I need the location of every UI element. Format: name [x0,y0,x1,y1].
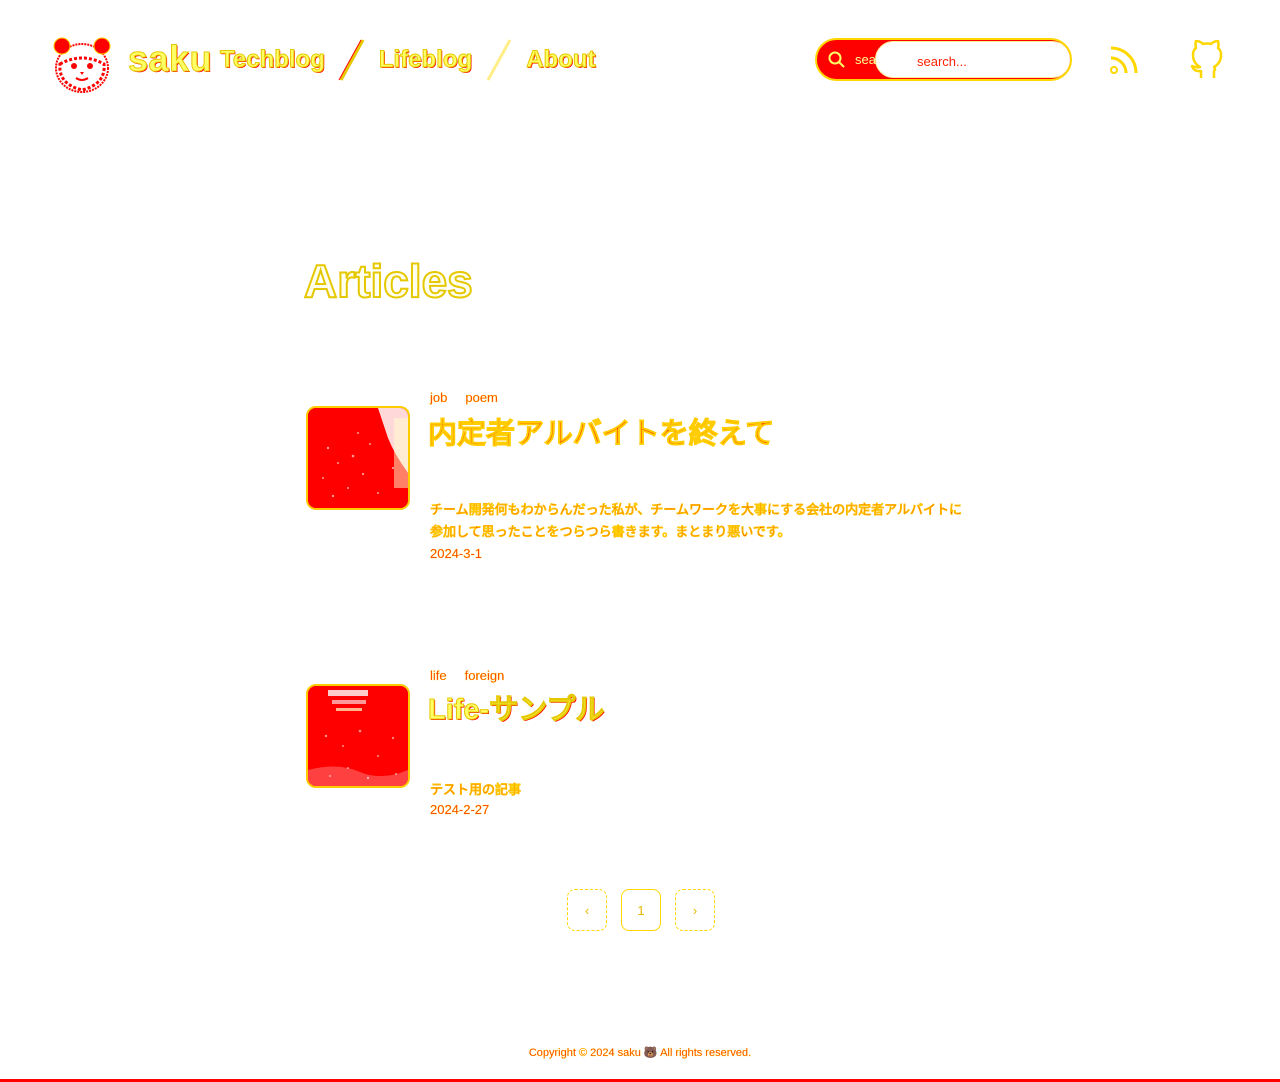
article-thumbnail-image [308,408,408,508]
search-icon [828,51,845,68]
nav-separator [338,39,365,81]
article-thumbnail[interactable] [306,684,410,788]
article-thumbnail-image [308,686,408,786]
tag-list: life foreign [430,668,505,683]
page-title: Articles [303,254,474,308]
nav-link-techblog[interactable]: Techblog [220,42,326,78]
pagination-next-button[interactable]: › [675,889,715,931]
logo-image[interactable] [50,34,114,98]
search-input[interactable] [915,48,1065,74]
rss-icon[interactable] [1106,42,1142,78]
nav-link-lifeblog[interactable]: Lifeblog [378,42,472,78]
article-card: job poem 内定者アルバイトを終えて チーム開発何もわからんだった私が、チ… [306,388,966,568]
nav-link-about[interactable]: About [526,42,596,78]
article-thumbnail[interactable] [306,406,410,510]
article-excerpt: チーム開発何もわからんだった私が、チームワークを大事にする会社の内定者アルバイト… [430,502,962,539]
article-title[interactable]: 内定者アルバイトを終えて [427,410,774,452]
site-header: saku Techblog Lifeblog About search... [0,0,1280,120]
search-box[interactable]: search... [815,38,1072,81]
article-title[interactable]: Life-サンプル [427,686,604,728]
site-title[interactable]: saku [127,38,212,80]
pagination: ‹ 1 › [567,889,715,931]
tag-list: job poem [430,390,498,405]
tag[interactable]: job [430,390,448,405]
nav-separator [486,39,512,81]
github-icon[interactable] [1188,40,1226,80]
article-excerpt: テスト用の記事 [430,782,522,797]
tag[interactable]: life [430,668,447,683]
article-date: 2024-3-1 [430,546,483,561]
pagination-prev-button[interactable]: ‹ [567,889,607,931]
pagination-current-page[interactable]: 1 [621,889,661,931]
main-nav: Techblog Lifeblog About [220,38,596,82]
tag[interactable]: poem [465,390,498,405]
article-date: 2024-2-27 [430,802,490,817]
article-card: life foreign Life-サンプル テスト用の記事 2024-2-27 [306,666,966,826]
tag[interactable]: foreign [464,668,504,683]
copyright-text: Copyright © 2024 saku 🐻 All rights reser… [528,1047,752,1059]
